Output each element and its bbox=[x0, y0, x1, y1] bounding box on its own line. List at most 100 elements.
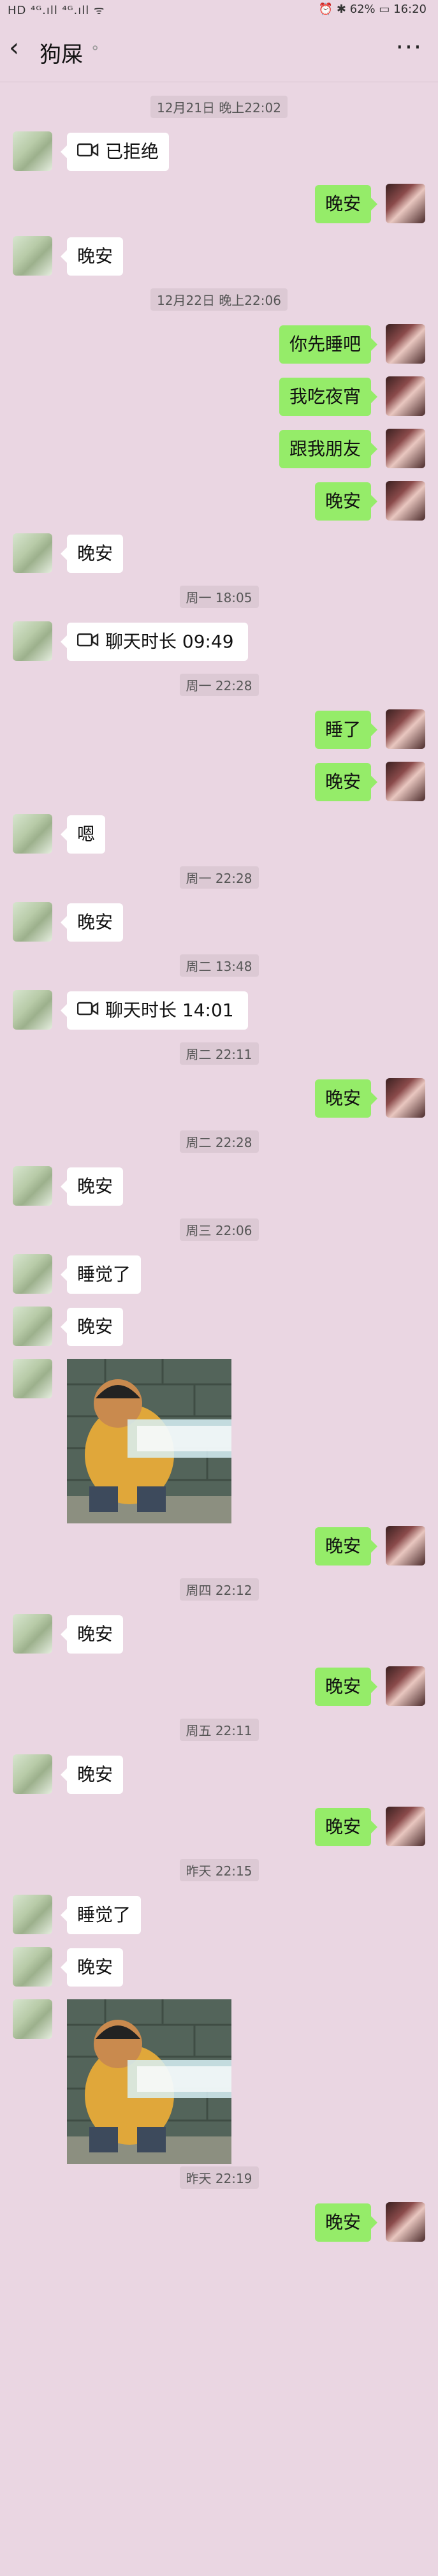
message-bubble[interactable]: 晚安 bbox=[315, 185, 377, 223]
self-avatar[interactable] bbox=[386, 429, 425, 468]
timestamp: 12月22日 晚上22:06 bbox=[0, 288, 438, 311]
message-bubble[interactable]: 晚安 bbox=[61, 1615, 123, 1654]
message-text: 跟我朋友 bbox=[289, 438, 361, 459]
contact-avatar[interactable] bbox=[13, 902, 52, 942]
message-bubble[interactable]: 晚安 bbox=[315, 1527, 377, 1566]
self-avatar[interactable] bbox=[386, 762, 425, 801]
message-bubble[interactable]: 睡觉了 bbox=[61, 1255, 141, 1294]
self-avatar[interactable] bbox=[386, 184, 425, 223]
message-text: 晚安 bbox=[325, 771, 361, 792]
contact-avatar[interactable] bbox=[13, 621, 52, 661]
message-bubble[interactable]: 晚安 bbox=[61, 535, 123, 573]
self-avatar[interactable] bbox=[386, 481, 425, 521]
self-avatar[interactable] bbox=[386, 709, 425, 749]
message-text: 晚安 bbox=[77, 912, 113, 933]
chevron-left-icon[interactable]: ‹ bbox=[9, 32, 19, 64]
message-text: 晚安 bbox=[77, 1957, 113, 1978]
message-text: 嗯 bbox=[77, 824, 96, 845]
timestamp: 昨天 22:19 bbox=[0, 2166, 438, 2189]
message-text: 睡觉了 bbox=[77, 1904, 131, 1925]
self-avatar[interactable] bbox=[386, 2202, 425, 2242]
self-avatar[interactable] bbox=[386, 1078, 425, 1118]
contact-avatar[interactable] bbox=[13, 236, 52, 276]
status-right: ⏰ ✱ 62% ▭ 16:20 bbox=[318, 3, 427, 16]
message-bubble[interactable]: 晚安 bbox=[61, 1308, 123, 1346]
message-bubble[interactable]: 跟我朋友 bbox=[279, 430, 377, 468]
timestamp-text: 周五 22:11 bbox=[179, 1719, 259, 1741]
timestamp: 周二 22:28 bbox=[0, 1130, 438, 1153]
contact-avatar[interactable] bbox=[13, 1895, 52, 1934]
message-bubble[interactable]: 晚安 bbox=[61, 1948, 123, 1987]
video-call-bubble[interactable]: 已拒绝 bbox=[61, 133, 169, 171]
message-text: 晚安 bbox=[77, 1316, 113, 1337]
message-bubble[interactable]: 晚安 bbox=[315, 482, 377, 521]
contact-avatar[interactable] bbox=[13, 1947, 52, 1987]
message-bubble[interactable]: 晚安 bbox=[315, 2203, 377, 2242]
timestamp-text: 周二 22:28 bbox=[179, 1130, 259, 1153]
message-bubble[interactable]: 晚安 bbox=[315, 1808, 377, 1846]
sticker-image[interactable] bbox=[67, 1999, 231, 2164]
self-avatar[interactable] bbox=[386, 376, 425, 416]
timestamp: 昨天 22:15 bbox=[0, 1859, 438, 1881]
timestamp-text: 周一 22:28 bbox=[179, 674, 259, 696]
message-bubble[interactable]: 晚安 bbox=[61, 237, 123, 276]
timestamp: 周一 22:28 bbox=[0, 866, 438, 889]
timestamp-text: 昨天 22:15 bbox=[179, 1859, 259, 1881]
timestamp-text: 周一 22:28 bbox=[179, 866, 259, 889]
more-button[interactable]: ··· bbox=[396, 33, 423, 61]
contact-avatar[interactable] bbox=[13, 990, 52, 1030]
message-text: 你先睡吧 bbox=[289, 334, 361, 355]
message-text: 已拒绝 bbox=[105, 141, 159, 162]
message-bubble[interactable]: 你先睡吧 bbox=[279, 325, 377, 364]
video-call-icon bbox=[77, 991, 99, 1029]
timestamp: 周五 22:11 bbox=[0, 1719, 438, 1741]
message-bubble[interactable]: 晚安 bbox=[315, 1668, 377, 1706]
timestamp: 12月21日 晚上22:02 bbox=[0, 96, 438, 118]
contact-avatar[interactable] bbox=[13, 1614, 52, 1654]
message-text: 聊天时长 14:01 bbox=[105, 1000, 234, 1021]
timestamp: 周二 22:11 bbox=[0, 1042, 438, 1065]
contact-avatar[interactable] bbox=[13, 1754, 52, 1794]
message-bubble[interactable]: 晚安 bbox=[61, 1756, 123, 1794]
timestamp: 周一 18:05 bbox=[0, 586, 438, 608]
message-bubble[interactable]: 嗯 bbox=[61, 815, 105, 854]
contact-avatar[interactable] bbox=[13, 1359, 52, 1398]
timestamp-text: 12月22日 晚上22:06 bbox=[150, 288, 288, 311]
message-bubble[interactable]: 晚安 bbox=[315, 1079, 377, 1118]
self-avatar[interactable] bbox=[386, 324, 425, 364]
contact-avatar[interactable] bbox=[13, 533, 52, 573]
contact-avatar[interactable] bbox=[13, 1166, 52, 1206]
message-text: 我吃夜宵 bbox=[289, 386, 361, 407]
self-avatar[interactable] bbox=[386, 1526, 425, 1566]
chat-title: 狗屎 bbox=[40, 42, 83, 68]
message-text: 晚安 bbox=[325, 193, 361, 214]
message-bubble[interactable]: 睡觉了 bbox=[61, 1896, 141, 1934]
self-avatar[interactable] bbox=[386, 1666, 425, 1706]
timestamp-text: 12月21日 晚上22:02 bbox=[150, 96, 288, 118]
message-text: 睡觉了 bbox=[77, 1264, 131, 1285]
message-bubble[interactable]: 晚安 bbox=[61, 903, 123, 942]
timestamp: 周一 22:28 bbox=[0, 674, 438, 696]
message-text: 晚安 bbox=[77, 246, 113, 267]
sticker-image[interactable] bbox=[67, 1359, 231, 1523]
timestamp-text: 周二 22:11 bbox=[179, 1042, 259, 1065]
message-text: 睡了 bbox=[325, 719, 361, 740]
timestamp-text: 周一 18:05 bbox=[179, 586, 259, 608]
contact-avatar[interactable] bbox=[13, 1307, 52, 1346]
video-call-bubble[interactable]: 聊天时长 09:49 bbox=[61, 623, 248, 661]
self-avatar[interactable] bbox=[386, 1807, 425, 1846]
message-text: 晚安 bbox=[325, 1088, 361, 1109]
message-bubble[interactable]: 我吃夜宵 bbox=[279, 378, 377, 416]
contact-avatar[interactable] bbox=[13, 1999, 52, 2039]
message-bubble[interactable]: 睡了 bbox=[315, 711, 377, 749]
message-text: 晚安 bbox=[77, 1764, 113, 1785]
contact-avatar[interactable] bbox=[13, 1254, 52, 1294]
status-signal: HD ⁴ᴳ.ıll ⁴ᴳ.ıll ᯤ bbox=[8, 4, 105, 17]
timestamp: 周三 22:06 bbox=[0, 1218, 438, 1241]
message-bubble[interactable]: 晚安 bbox=[61, 1167, 123, 1206]
message-text: 晚安 bbox=[325, 1676, 361, 1697]
contact-avatar[interactable] bbox=[13, 131, 52, 171]
video-call-bubble[interactable]: 聊天时长 14:01 bbox=[61, 991, 248, 1030]
contact-avatar[interactable] bbox=[13, 814, 52, 854]
message-bubble[interactable]: 晚安 bbox=[315, 763, 377, 801]
